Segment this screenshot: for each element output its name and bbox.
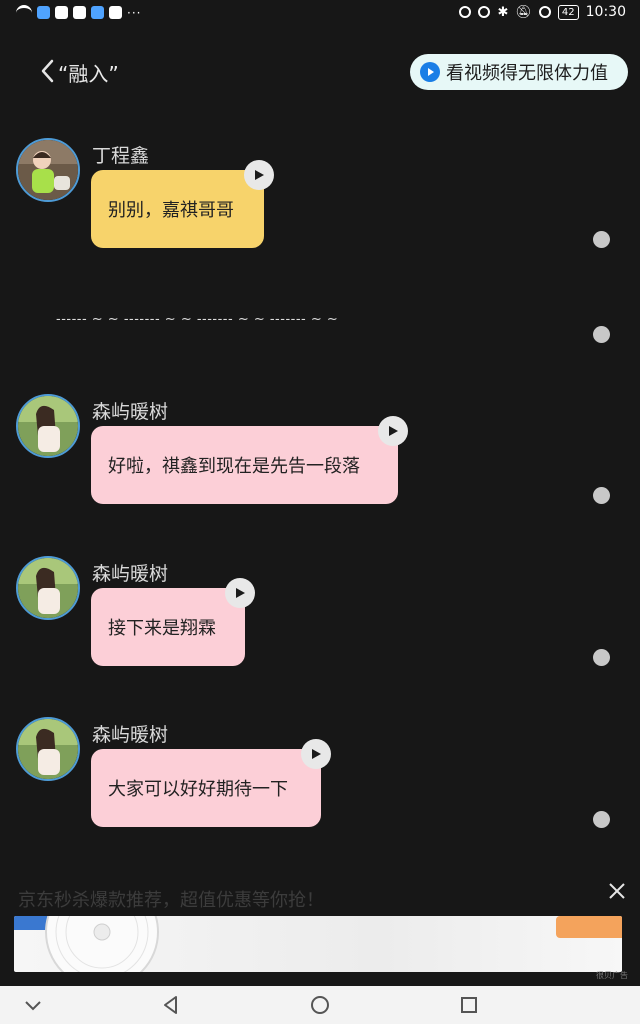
avatar[interactable] [16, 394, 80, 458]
sender-name: 森屿暖树 [92, 401, 169, 423]
alarm-icon [478, 6, 491, 18]
message-bubble[interactable]: 接下来是翔霖 [91, 588, 245, 666]
app-icon [55, 6, 68, 19]
shield-icon [73, 6, 86, 19]
chevron-down-icon[interactable] [22, 994, 44, 1016]
watch-video-promo-button[interactable]: 看视频得无限体力值 [410, 54, 628, 90]
fan-product-image [45, 916, 159, 972]
message-icon [37, 6, 50, 19]
message-bubble[interactable]: 大家可以好好期待一下 [91, 749, 321, 827]
bluetooth-icon: ✱ [497, 4, 509, 20]
message-bubble[interactable]: 好啦，祺鑫到现在是先告一段落 [91, 426, 398, 504]
sender-name: 森屿暖树 [92, 724, 169, 746]
message-text: 好啦，祺鑫到现在是先告一段落 [108, 456, 360, 477]
status-icons-left: ··· [16, 5, 141, 20]
voice-play-button[interactable] [378, 416, 408, 446]
message-text: 别别，嘉祺哥哥 [108, 200, 234, 221]
avatar[interactable] [16, 556, 80, 620]
home-circle-icon[interactable] [309, 994, 331, 1016]
promo-label: 看视频得无限体力值 [446, 63, 608, 84]
play-circle-icon [420, 62, 440, 82]
message-text: 接下来是翔霖 [108, 618, 216, 639]
app-icon [91, 6, 104, 19]
chat-header: “融入” 看视频得无限体力值 [0, 44, 640, 96]
system-nav-bar [0, 986, 640, 1024]
scene-divider: ------ ~ ~ ------- ~ ~ ------- ~ ~ -----… [56, 312, 339, 327]
status-icons-right: ✱ 🔕︎ 42 10:30 [459, 4, 626, 20]
ad-image[interactable] [14, 916, 622, 972]
app-icon [109, 6, 122, 19]
play-icon [236, 588, 245, 598]
ad-accent [556, 916, 622, 938]
status-bar: ··· ✱ 🔕︎ 42 10:30 [0, 0, 640, 28]
voice-play-button[interactable] [225, 578, 255, 608]
overflow-indicator: ··· [127, 5, 142, 20]
data-saver-icon [538, 6, 551, 18]
clock: 10:30 [585, 4, 626, 20]
message-status-dot[interactable] [593, 487, 610, 504]
avatar[interactable] [16, 138, 80, 202]
eye-icon [459, 6, 472, 18]
back-triangle-icon[interactable] [160, 994, 182, 1016]
ad-banner[interactable]: 京东秒杀爆款推荐，超值优惠等你抢！ 很贝广告 [0, 878, 640, 984]
ad-label: 很贝广告 [596, 971, 628, 980]
recents-square-icon[interactable] [458, 994, 480, 1016]
message-bubble[interactable]: 别别，嘉祺哥哥 [91, 170, 264, 248]
page-title: “融入” [58, 62, 119, 86]
mute-icon: 🔕︎ [515, 4, 532, 20]
close-icon[interactable] [606, 880, 628, 902]
avatar[interactable] [16, 717, 80, 781]
voice-play-button[interactable] [301, 739, 331, 769]
message-status-dot[interactable] [593, 811, 610, 828]
message-status-dot[interactable] [593, 649, 610, 666]
play-icon [389, 426, 398, 436]
message-status-dot[interactable] [593, 326, 610, 343]
play-icon [255, 170, 264, 180]
sender-name: 丁程鑫 [92, 145, 150, 167]
message-text: 大家可以好好期待一下 [108, 779, 288, 800]
ad-text: 京东秒杀爆款推荐，超值优惠等你抢！ [18, 890, 324, 911]
message-status-dot[interactable] [593, 231, 610, 248]
play-icon [312, 749, 321, 759]
battery-indicator: 42 [557, 4, 579, 20]
voice-play-button[interactable] [244, 160, 274, 190]
wifi-icon [16, 5, 32, 20]
sender-name: 森屿暖树 [92, 563, 169, 585]
